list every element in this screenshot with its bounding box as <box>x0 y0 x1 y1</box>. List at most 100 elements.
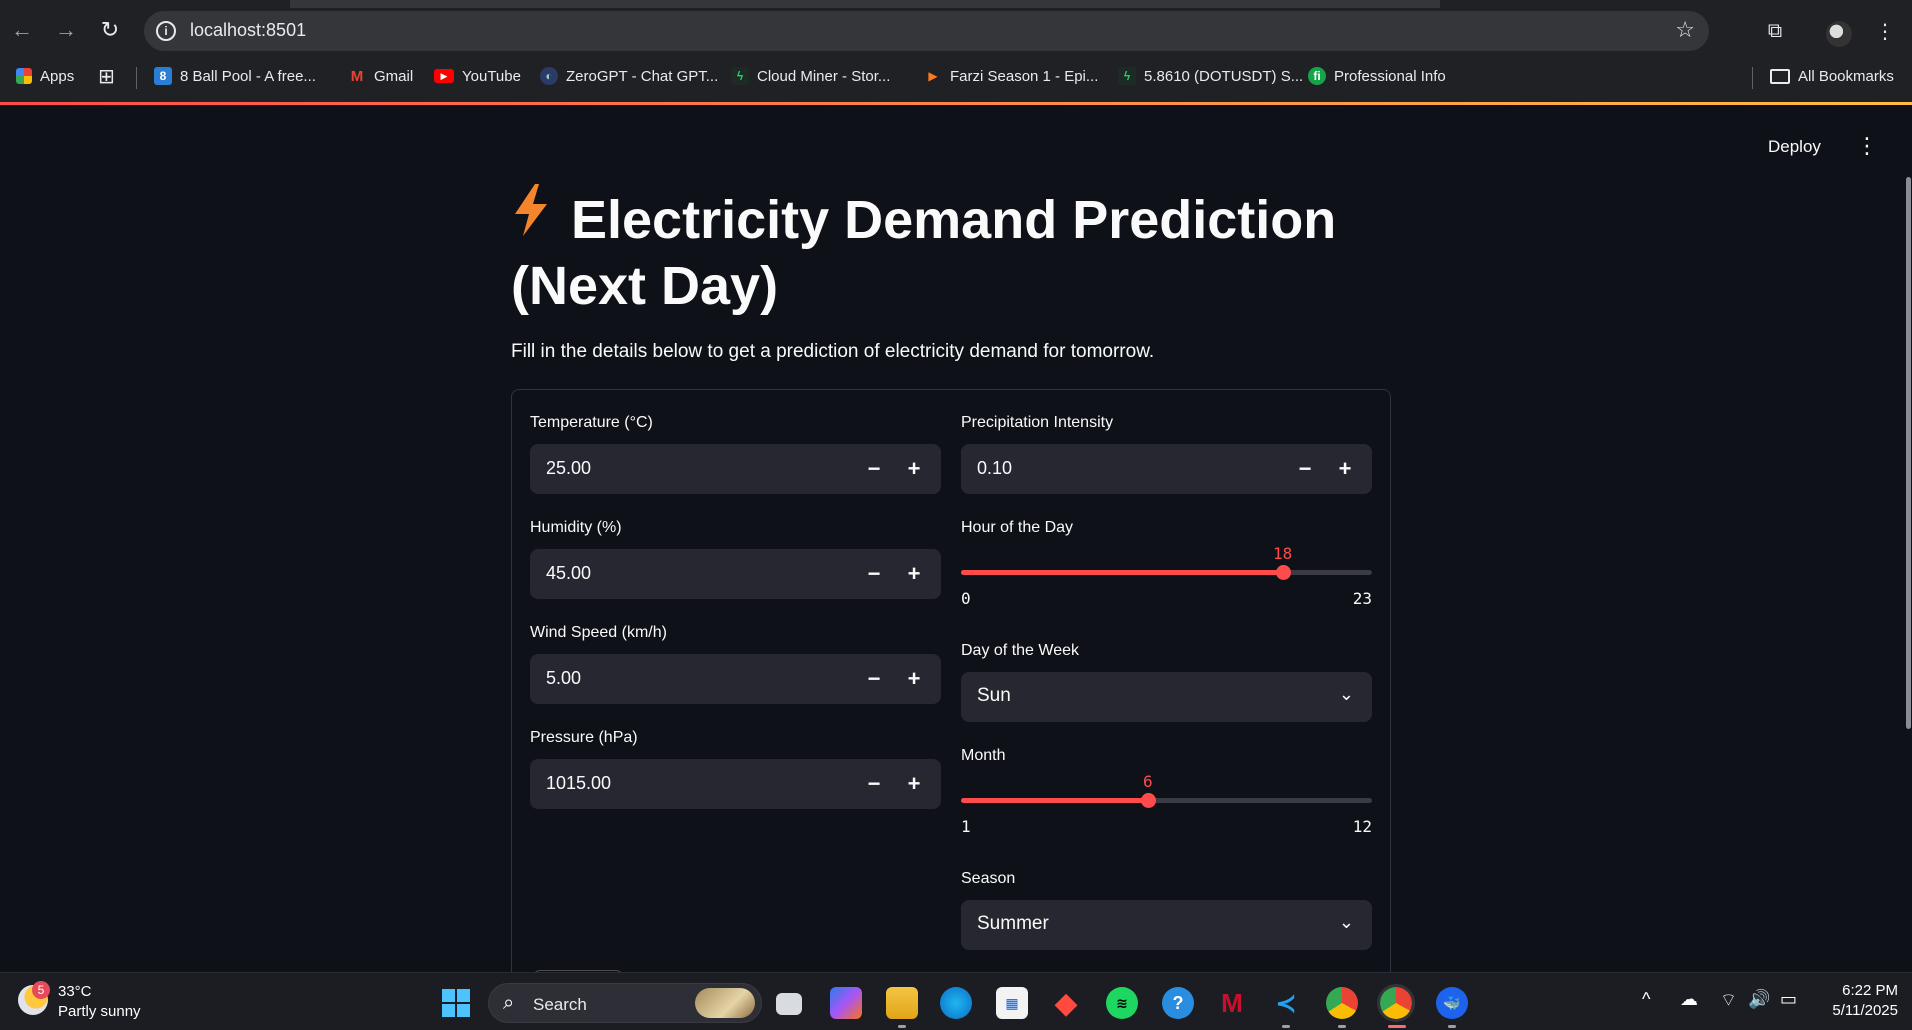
slider-max: 12 <box>1352 817 1372 836</box>
precipitation-input[interactable]: 0.10 − + <box>961 444 1372 494</box>
copilot-icon[interactable] <box>830 987 862 1019</box>
chevron-down-icon[interactable]: ⌄ <box>1339 912 1354 933</box>
plus-icon[interactable]: + <box>897 557 931 591</box>
app-menu-icon[interactable]: ⋮ <box>1856 135 1878 157</box>
minus-icon[interactable]: − <box>857 767 891 801</box>
chevron-up-icon[interactable]: ^ <box>1642 989 1650 1010</box>
site-info-icon[interactable]: i <box>156 21 176 41</box>
wifi-icon[interactable]: ⌔ <box>1720 989 1737 1012</box>
bookmark-apps[interactable]: Apps <box>16 64 74 88</box>
slider-thumb[interactable] <box>1140 793 1156 808</box>
bookmark-dotusdt[interactable]: ϟ 5.8610 (DOTUSDT) S... <box>1118 64 1303 88</box>
prediction-form: Temperature (°C) 25.00 − + Humidity (%) … <box>511 389 1391 1009</box>
reload-icon[interactable]: ↻ <box>94 14 126 46</box>
forward-icon[interactable]: → <box>50 14 82 46</box>
pressure-input[interactable]: 1015.00 − + <box>530 759 941 809</box>
clock-date: 5/11/2025 <box>1832 1002 1898 1019</box>
file-explorer-icon[interactable] <box>886 987 918 1019</box>
day-of-week-select[interactable]: Sun ⌄ <box>961 672 1372 722</box>
hour-slider[interactable]: 18 0 23 <box>961 544 1372 608</box>
git-tool-icon[interactable]: ◆ <box>1050 987 1082 1020</box>
docker-icon[interactable]: 🐳 <box>1436 987 1468 1019</box>
month-slider[interactable]: 6 1 12 <box>961 772 1372 836</box>
all-bookmarks-label: All Bookmarks <box>1798 67 1894 85</box>
clock-time: 6:22 PM <box>1842 982 1898 999</box>
temperature-input[interactable]: 25.00 − + <box>530 444 941 494</box>
mcafee-icon[interactable]: M <box>1216 987 1248 1019</box>
url-text[interactable]: localhost:8501 <box>190 20 306 41</box>
page-scrollbar[interactable] <box>1906 177 1911 729</box>
wind-speed-value[interactable]: 5.00 <box>546 668 581 689</box>
minus-icon[interactable]: − <box>1288 452 1322 486</box>
bookmark-label: Gmail <box>374 67 414 85</box>
bookmark-cloud-miner[interactable]: ϟ Cloud Miner - Stor... <box>731 64 890 88</box>
slider-value: 18 <box>1273 544 1293 563</box>
chrome-profile-icon[interactable] <box>1377 984 1415 1022</box>
volume-icon[interactable]: 🔊 <box>1748 989 1770 1010</box>
page-title: Electricity Demand Prediction (Next Day) <box>511 182 1371 319</box>
back-icon[interactable]: ← <box>6 14 38 46</box>
bookmark-label: ZeroGPT - Chat GPT... <box>566 67 719 85</box>
weather-badge: 5 <box>32 981 50 999</box>
temperature-value[interactable]: 25.00 <box>546 458 591 479</box>
wind-speed-label: Wind Speed (km/h) <box>530 624 667 641</box>
weather-temp: 33°C <box>58 983 92 1000</box>
season-select[interactable]: Summer ⌄ <box>961 900 1372 950</box>
bookmark-gmail[interactable]: M Gmail <box>348 64 413 88</box>
slider-fill <box>961 570 1283 575</box>
chevron-down-icon[interactable]: ⌄ <box>1339 684 1354 705</box>
taskbar-search[interactable]: ⌕ Search <box>488 983 762 1023</box>
plus-icon[interactable]: + <box>1328 452 1362 486</box>
plus-icon[interactable]: + <box>897 662 931 696</box>
help-icon[interactable]: ? <box>1162 987 1194 1019</box>
profile-avatar[interactable] <box>1826 21 1852 47</box>
gmail-icon: M <box>350 67 364 85</box>
minus-icon[interactable]: − <box>857 662 891 696</box>
page-subtitle: Fill in the details below to get a predi… <box>511 341 1155 362</box>
slider-value: 6 <box>1142 772 1153 791</box>
day-of-week-value[interactable]: Sun <box>977 685 1011 707</box>
spotify-icon[interactable]: ≋ <box>1106 987 1138 1019</box>
slider-fill <box>961 798 1148 803</box>
humidity-input[interactable]: 45.00 − + <box>530 549 941 599</box>
pressure-value[interactable]: 1015.00 <box>546 773 611 794</box>
slider-thumb[interactable] <box>1275 565 1291 580</box>
humidity-value[interactable]: 45.00 <box>546 563 591 584</box>
address-bar[interactable]: i localhost:8501 ☆ <box>144 11 1709 51</box>
minus-icon[interactable]: − <box>857 557 891 591</box>
bookmark-star-icon[interactable]: ☆ <box>1675 17 1695 43</box>
running-indicator <box>898 1025 906 1028</box>
running-indicator <box>1282 1025 1290 1028</box>
season-value[interactable]: Summer <box>977 913 1049 935</box>
windows-start-icon[interactable] <box>440 987 472 1019</box>
title-line-1: Electricity Demand Prediction <box>571 190 1337 250</box>
onedrive-icon[interactable]: ☁ <box>1680 989 1698 1010</box>
plus-icon[interactable]: + <box>897 452 931 486</box>
deploy-button[interactable]: Deploy <box>1768 137 1821 157</box>
system-clock[interactable]: 6:22 PM 5/11/2025 <box>1808 981 1898 1021</box>
precipitation-value[interactable]: 0.10 <box>977 458 1012 479</box>
minus-icon[interactable]: − <box>857 452 891 486</box>
battery-icon[interactable]: ▭ <box>1780 989 1797 1010</box>
bookmark-8ball-pool[interactable]: 8 8 Ball Pool - A free... <box>154 64 316 88</box>
temperature-label: Temperature (°C) <box>530 414 653 431</box>
wind-speed-input[interactable]: 5.00 − + <box>530 654 941 704</box>
extensions-icon[interactable]: ⧉ <box>1760 16 1790 46</box>
chrome-icon[interactable] <box>1326 987 1358 1019</box>
plus-icon[interactable]: + <box>897 767 931 801</box>
vscode-icon[interactable]: ≺ <box>1270 987 1302 1019</box>
bookmark-zerogpt[interactable]: ◐ ZeroGPT - Chat GPT... <box>540 64 718 88</box>
edge-icon[interactable] <box>940 987 972 1019</box>
bookmark-youtube[interactable]: ▶ YouTube <box>434 64 521 88</box>
slider-min: 1 <box>961 817 971 836</box>
ms-store-icon[interactable]: ▦ <box>996 987 1028 1019</box>
all-bookmarks[interactable]: All Bookmarks <box>1770 64 1894 88</box>
browser-menu-icon[interactable]: ⋮ <box>1870 16 1900 46</box>
season-label: Season <box>961 870 1016 887</box>
task-view-icon[interactable] <box>776 993 802 1015</box>
bookmark-farzi[interactable]: ▶ Farzi Season 1 - Epi... <box>924 64 1098 88</box>
tab-groups-icon[interactable]: ⊞ <box>98 64 115 88</box>
bookmark-professional-info[interactable]: fi Professional Info <box>1308 64 1446 88</box>
app-main: Deploy ⋮ Electricity Demand Prediction (… <box>0 105 1912 1009</box>
slider-min: 0 <box>961 589 971 608</box>
